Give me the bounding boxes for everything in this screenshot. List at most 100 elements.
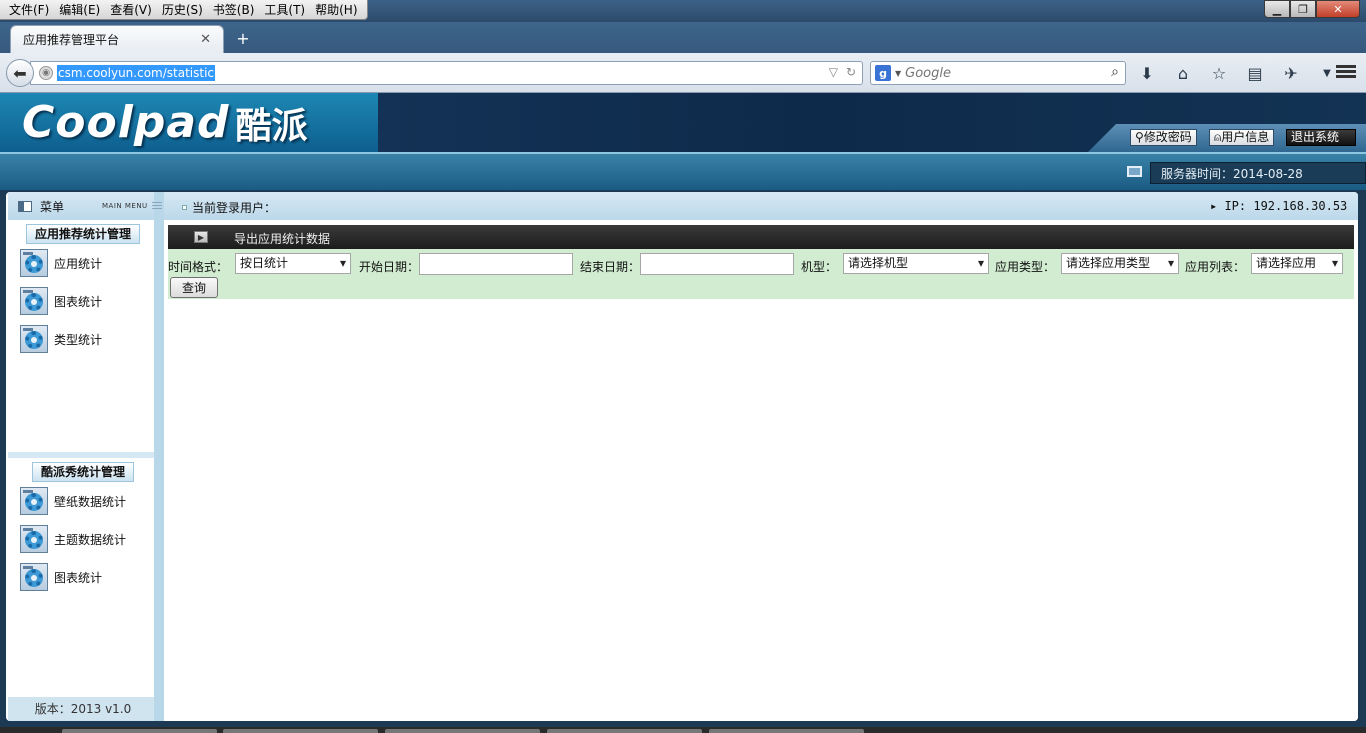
menu-file[interactable]: 文件(F)	[4, 1, 54, 18]
sidebar-item-type-stats[interactable]: 类型统计	[20, 324, 102, 354]
sidebar-title: 菜单	[40, 199, 65, 214]
taskbar-item[interactable]	[62, 729, 217, 733]
logo-text-en: Coolpad	[22, 97, 230, 148]
window-controls: ▁ ❐ ✕	[1264, 0, 1360, 18]
model-select[interactable]: 请选择机型	[843, 253, 989, 274]
logo-text-cn: 酷派	[235, 105, 308, 147]
change-password-button[interactable]: ⚲修改密码	[1130, 129, 1197, 146]
menu-edit[interactable]: 编辑(E)	[54, 1, 105, 18]
sidebar-item-chart-stats-2[interactable]: 图表统计	[20, 562, 102, 592]
main-frame: 菜单 MAIN MENU 应用推荐统计管理 应用统计 图表统计 类型统计 酷派秀…	[0, 190, 1366, 733]
tab-close-icon[interactable]: ✕	[200, 32, 211, 47]
sidebar-item-theme-stats[interactable]: 主题数据统计	[20, 524, 126, 554]
url-tools: ▽ ↻	[829, 65, 856, 79]
time-format-select[interactable]: 按日统计	[235, 253, 351, 274]
sidebar-item-wallpaper-stats[interactable]: 壁纸数据统计	[20, 486, 126, 516]
coolpad-logo: Coolpad 酷派	[0, 93, 378, 152]
menu-bookmarks[interactable]: 书签(B)	[208, 1, 260, 18]
app-header: Coolpad 酷派 ⚲修改密码 ⍝用户信息 退出系统	[0, 93, 1366, 152]
info-bar: 服务器时间：2014-08-28 13:06:24	[0, 152, 1366, 203]
taskbar-item[interactable]	[385, 729, 540, 733]
sidebar-border	[152, 192, 164, 721]
collapse-handle-icon[interactable]	[152, 200, 162, 211]
taskbar-item[interactable]	[547, 729, 702, 733]
hamburger-menu-icon[interactable]	[1336, 63, 1356, 83]
server-time: 服务器时间：2014-08-28 13:06:24	[1150, 162, 1366, 203]
site-identity-icon[interactable]: ◉	[39, 66, 53, 80]
logout-button[interactable]: 退出系统	[1286, 129, 1356, 146]
app-type-select[interactable]: 请选择应用类型	[1061, 253, 1179, 274]
minimize-button[interactable]: ▁	[1264, 0, 1290, 18]
app-list-label: 应用列表：	[1185, 260, 1246, 274]
menu-view[interactable]: 查看(V)	[105, 1, 157, 18]
download-icon[interactable]: ⬇	[1136, 62, 1158, 84]
search-bar[interactable]: g ▼ ⌕	[870, 61, 1126, 85]
group-title-coolshow-stats: 酷派秀统计管理	[8, 462, 158, 482]
browser-tab[interactable]: 应用推荐管理平台 ✕	[10, 25, 224, 53]
app-type-label: 应用类型：	[995, 260, 1056, 274]
gear-icon	[20, 249, 48, 277]
end-date-input[interactable]	[640, 253, 794, 275]
tab-title: 应用推荐管理平台	[23, 33, 120, 47]
taskbar-item[interactable]	[223, 729, 378, 733]
sidebar-item-chart-stats[interactable]: 图表统计	[20, 286, 102, 316]
engine-dropdown-icon[interactable]: ▼	[895, 69, 901, 78]
export-link[interactable]: 导出应用统计数据	[234, 230, 330, 247]
sidebar: 菜单 MAIN MENU 应用推荐统计管理 应用统计 图表统计 类型统计 酷派秀…	[8, 192, 158, 721]
start-date-input[interactable]	[419, 253, 573, 275]
search-input[interactable]	[905, 65, 1096, 81]
menu-tools[interactable]: 工具(T)	[259, 1, 310, 18]
sidebar-divider	[8, 452, 158, 458]
group-title-app-stats: 应用推荐统计管理	[8, 224, 158, 244]
gear-icon	[20, 325, 48, 353]
menu-wrap: 文件(F) 编辑(E) 查看(V) 历史(S) 书签(B) 工具(T) 帮助(H…	[0, 0, 368, 20]
new-tab-icon[interactable]: +	[234, 29, 252, 48]
home-icon[interactable]: ⌂	[1172, 62, 1194, 84]
gear-icon	[20, 563, 48, 591]
query-button[interactable]: 查询	[170, 277, 218, 298]
start-date-label: 开始日期：	[359, 260, 420, 274]
back-arrow-icon: ⬅	[13, 63, 27, 83]
bookmark-star-icon[interactable]: ☆	[1208, 62, 1230, 84]
search-icon[interactable]: ⌕	[1111, 64, 1119, 80]
maximize-button[interactable]: ❐	[1290, 0, 1316, 18]
app-list-select[interactable]: 请选择应用	[1251, 253, 1343, 274]
close-window-button[interactable]: ✕	[1316, 0, 1360, 18]
frame-inner: 菜单 MAIN MENU 应用推荐统计管理 应用统计 图表统计 类型统计 酷派秀…	[6, 192, 1358, 721]
reload-icon[interactable]: ↻	[846, 65, 856, 79]
gear-icon	[20, 487, 48, 515]
model-label: 机型：	[801, 260, 838, 274]
version-label: 版本：2013 v1.0	[8, 697, 158, 721]
taskbar-item[interactable]	[709, 729, 864, 733]
url-bar[interactable]: ◉ csm.coolyun.com/statistic ▽ ↻	[30, 61, 863, 85]
addon-icon[interactable]: ✈	[1280, 62, 1302, 84]
browser-menubar: 文件(F) 编辑(E) 查看(V) 历史(S) 书签(B) 工具(T) 帮助(H…	[0, 0, 1366, 22]
back-button[interactable]: ⬅	[6, 59, 34, 87]
dropdown-icon[interactable]: ▽	[829, 65, 838, 79]
menu-panel-icon	[18, 200, 32, 212]
end-date-label: 结束日期：	[580, 260, 641, 274]
current-user-label: 当前登录用户：	[192, 201, 277, 215]
clipboard-icon[interactable]: ▤	[1244, 62, 1266, 84]
chevron-down-icon[interactable]: ▼	[1316, 62, 1338, 84]
gear-icon	[20, 287, 48, 315]
browser-toolbar: ⬇ ⌂ ☆ ▤ ✈ ▼	[1136, 62, 1338, 84]
tab-bar: 应用推荐管理平台 ✕ +	[0, 22, 1366, 53]
gear-icon	[20, 525, 48, 553]
sidebar-item-app-stats[interactable]: 应用统计	[20, 248, 102, 278]
export-bar[interactable]: ▶ 导出应用统计数据	[168, 225, 1354, 249]
bullet-icon	[182, 205, 187, 210]
sidebar-header: 菜单 MAIN MENU	[8, 192, 158, 220]
menu-history[interactable]: 历史(S)	[157, 1, 208, 18]
google-icon[interactable]: g	[875, 65, 891, 81]
menu-help[interactable]: 帮助(H)	[310, 1, 362, 18]
filter-panel: 时间格式： 按日统计 开始日期： 结束日期： 机型： 请选择机型 应用类型： 请…	[168, 249, 1354, 299]
url-text[interactable]: csm.coolyun.com/statistic	[57, 65, 216, 81]
monitor-icon	[1127, 166, 1142, 177]
ip-label: IP: 192.168.30.53	[1210, 199, 1347, 213]
user-info-button[interactable]: ⍝用户信息	[1209, 129, 1275, 146]
play-icon[interactable]: ▶	[194, 231, 208, 243]
sidebar-title-en: MAIN MENU	[102, 202, 148, 210]
key-icon: ⚲	[1135, 130, 1144, 144]
current-user-bar: 当前登录用户： IP: 192.168.30.53	[164, 192, 1358, 220]
